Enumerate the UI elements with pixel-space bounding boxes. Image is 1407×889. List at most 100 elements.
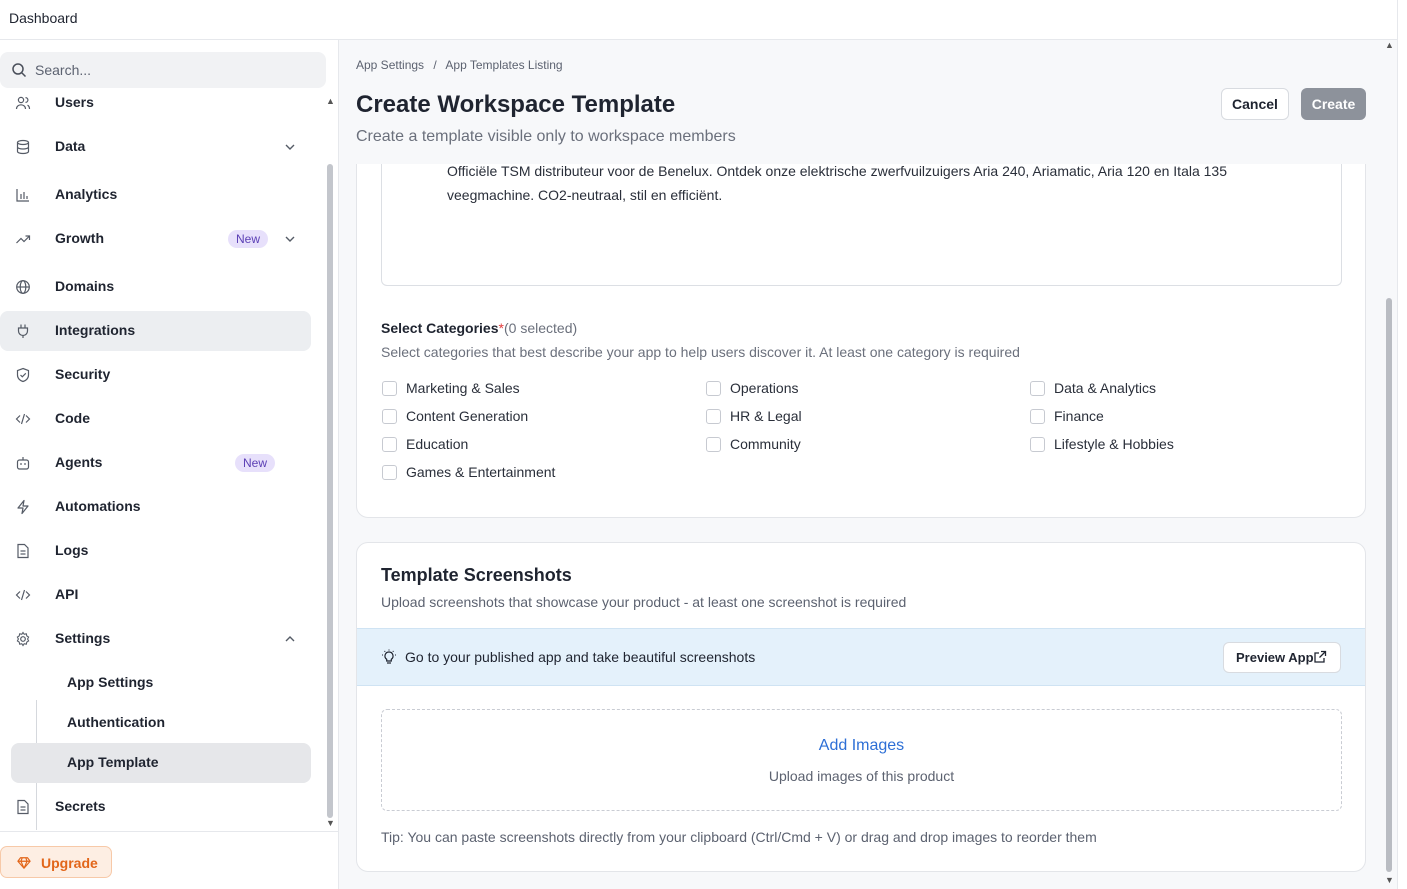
checkbox-box[interactable] bbox=[382, 409, 397, 424]
checkbox-box[interactable] bbox=[706, 437, 721, 452]
checkbox-label: Marketing & Sales bbox=[406, 380, 520, 396]
screenshots-title: Template Screenshots bbox=[381, 565, 572, 585]
window-edge bbox=[1397, 0, 1407, 889]
checkbox-box[interactable] bbox=[706, 409, 721, 424]
dropzone-subtext: Upload images of this product bbox=[768, 768, 955, 784]
new-badge: New bbox=[228, 230, 269, 248]
screenshots-footer-tip: Tip: You can paste screenshots directly … bbox=[381, 829, 1097, 845]
lightbulb-icon bbox=[382, 649, 396, 664]
sidebar-item-label: Analytics bbox=[55, 186, 118, 202]
sidebar-subitem-label: Authentication bbox=[67, 714, 165, 730]
bar-chart-icon bbox=[16, 189, 29, 202]
checkbox-box[interactable] bbox=[1030, 437, 1045, 452]
file-text-icon bbox=[17, 543, 29, 559]
sidebar-item-users[interactable]: Users bbox=[0, 88, 311, 123]
file-lock-icon bbox=[17, 799, 29, 815]
sidebar-item-label: Code bbox=[55, 410, 90, 426]
upgrade-label: Upgrade bbox=[41, 855, 98, 871]
plug-icon bbox=[17, 324, 29, 338]
categories-selected-count: (0 selected) bbox=[504, 320, 578, 336]
sidebar-item-label: Integrations bbox=[55, 322, 136, 338]
chevron-down-icon[interactable] bbox=[284, 141, 296, 153]
top-bar: Dashboard bbox=[0, 0, 1397, 40]
categories-help-text: Select categories that best describe you… bbox=[381, 344, 1020, 360]
shield-icon bbox=[16, 367, 30, 383]
sidebar-item-growth[interactable]: Growth New bbox=[0, 219, 311, 259]
sidebar-item-analytics[interactable]: Analytics bbox=[0, 175, 311, 215]
checkbox-label: Community bbox=[730, 436, 801, 452]
scroll-up-arrow-icon[interactable]: ▲ bbox=[1385, 40, 1394, 50]
add-images-link[interactable]: Add Images bbox=[382, 737, 1341, 755]
new-badge: New bbox=[235, 454, 276, 472]
sidebar-item-label: Domains bbox=[55, 278, 115, 294]
checkbox-label: Operations bbox=[730, 380, 799, 396]
breadcrumb-app-templates-listing[interactable]: App Templates Listing bbox=[445, 58, 562, 72]
sidebar-item-label: Users bbox=[55, 94, 94, 110]
checkbox-box[interactable] bbox=[382, 465, 397, 480]
checkbox-label: Games & Entertainment bbox=[406, 464, 556, 480]
scroll-down-arrow-icon[interactable]: ▼ bbox=[326, 818, 335, 828]
preview-app-button[interactable]: Preview App bbox=[1223, 642, 1341, 673]
main-content: App Settings / App Templates Listing Cre… bbox=[339, 40, 1397, 889]
chevron-down-icon[interactable] bbox=[284, 233, 296, 245]
checkbox-label: Lifestyle & Hobbies bbox=[1054, 436, 1174, 452]
zap-icon bbox=[17, 499, 29, 515]
app-title: Dashboard bbox=[9, 10, 78, 26]
sidebar-item-logs[interactable]: Logs bbox=[0, 531, 311, 571]
breadcrumb-separator: / bbox=[433, 58, 437, 72]
code-icon bbox=[15, 589, 31, 601]
search-input[interactable]: Search... bbox=[0, 52, 326, 88]
breadcrumb-app-settings[interactable]: App Settings bbox=[356, 58, 424, 72]
sidebar-item-label: Agents bbox=[55, 454, 103, 470]
checkbox-box[interactable] bbox=[382, 381, 397, 396]
sidebar-item-integrations[interactable]: Integrations bbox=[0, 311, 311, 351]
sidebar-footer: Upgrade bbox=[0, 831, 338, 889]
sidebar-scrollbar[interactable]: ▲ ▼ bbox=[326, 96, 335, 828]
upgrade-button[interactable]: Upgrade bbox=[0, 846, 112, 878]
checkbox-box[interactable] bbox=[706, 381, 721, 396]
main-scrollbar[interactable]: ▲ ▼ bbox=[1383, 40, 1397, 889]
sidebar-item-security[interactable]: Security bbox=[0, 355, 311, 395]
scrollbar-thumb[interactable] bbox=[1386, 298, 1392, 872]
sidebar-item-secrets[interactable]: Secrets bbox=[0, 787, 311, 827]
sidebar-item-code[interactable]: Code bbox=[0, 399, 311, 439]
sidebar-item-domains[interactable]: Domains bbox=[0, 267, 311, 307]
scroll-up-arrow-icon[interactable]: ▲ bbox=[326, 96, 335, 106]
scroll-down-arrow-icon[interactable]: ▼ bbox=[1385, 875, 1394, 885]
chevron-up-icon[interactable] bbox=[284, 633, 296, 645]
scrollbar-thumb[interactable] bbox=[327, 164, 333, 818]
sidebar-subitem-label: App Settings bbox=[67, 674, 154, 690]
checkbox-box[interactable] bbox=[382, 437, 397, 452]
sidebar-subitem-app-settings[interactable]: App Settings bbox=[11, 663, 311, 703]
checkbox-box[interactable] bbox=[1030, 409, 1045, 424]
sidebar-item-label: Automations bbox=[55, 498, 141, 514]
page-title: Create Workspace Template bbox=[356, 91, 676, 118]
sidebar-item-automations[interactable]: Automations bbox=[0, 487, 311, 527]
sidebar-subitem-authentication[interactable]: Authentication bbox=[11, 703, 311, 743]
code-icon bbox=[15, 413, 31, 425]
sidebar-subitem-app-template[interactable]: App Template bbox=[11, 743, 311, 783]
search-placeholder: Search... bbox=[35, 62, 92, 78]
gem-icon bbox=[17, 857, 31, 869]
checkbox-box[interactable] bbox=[1030, 381, 1045, 396]
sidebar: Search... Users Data Analytics Growth Ne… bbox=[0, 40, 339, 889]
sidebar-item-label: Settings bbox=[55, 630, 111, 646]
sidebar-item-settings[interactable]: Settings bbox=[0, 619, 311, 659]
sidebar-item-agents[interactable]: Agents New bbox=[0, 443, 311, 483]
details-card: Officiële TSM distributeur voor de Benel… bbox=[356, 120, 1366, 518]
description-text: Officiële TSM distributeur voor de Benel… bbox=[447, 163, 1227, 203]
screenshot-tip-banner: Go to your published app and take beauti… bbox=[357, 628, 1365, 686]
sidebar-item-label: Logs bbox=[55, 542, 89, 558]
sidebar-item-api[interactable]: API bbox=[0, 575, 311, 615]
image-dropzone[interactable]: Add Images Upload images of this product bbox=[381, 709, 1342, 811]
sidebar-item-label: Growth bbox=[55, 230, 104, 246]
sidebar-item-data[interactable]: Data bbox=[0, 127, 311, 167]
screenshots-subtitle: Upload screenshots that showcase your pr… bbox=[381, 594, 907, 610]
page-header: App Settings / App Templates Listing Cre… bbox=[339, 40, 1385, 164]
cancel-button[interactable]: Cancel bbox=[1221, 88, 1289, 120]
sidebar-nav: Users Data Analytics Growth New Domains … bbox=[0, 88, 322, 830]
checkbox-label: Education bbox=[406, 436, 469, 452]
sidebar-item-label: Security bbox=[55, 366, 111, 382]
create-button[interactable]: Create bbox=[1301, 88, 1366, 120]
sidebar-item-label: API bbox=[55, 586, 79, 602]
